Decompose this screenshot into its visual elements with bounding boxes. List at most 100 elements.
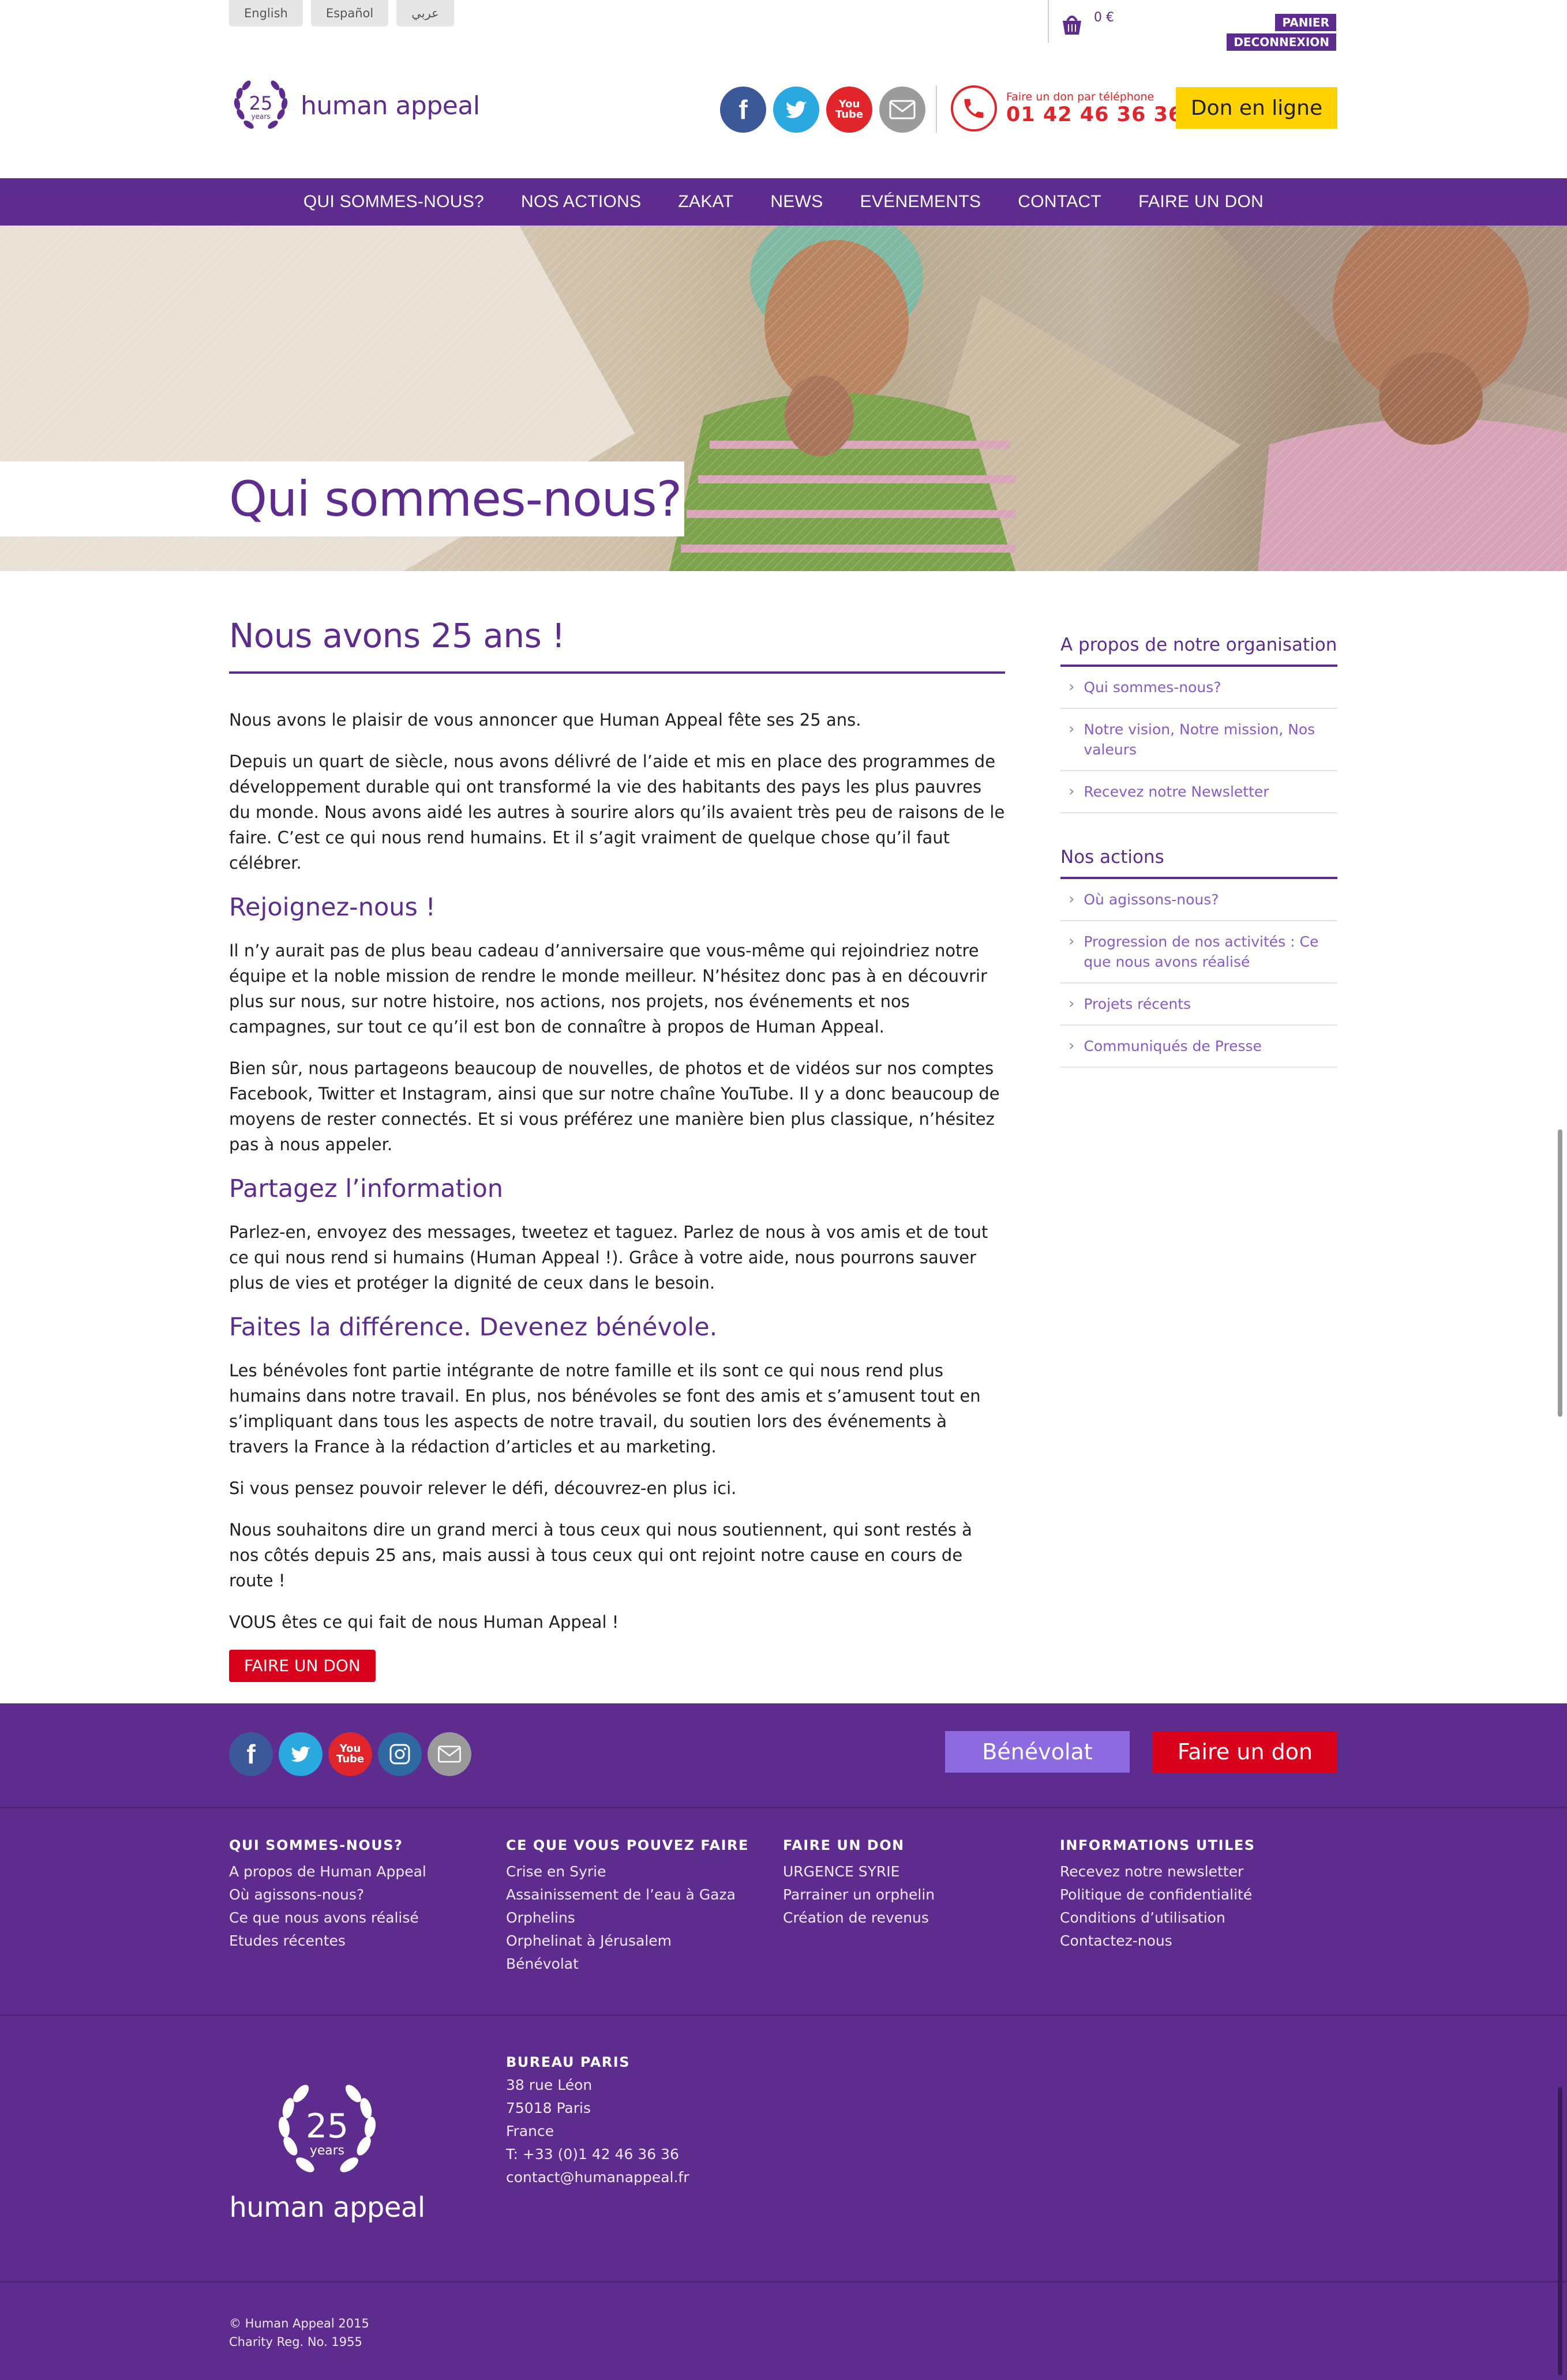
footer-link[interactable]: Parrainer un orphelin	[783, 1883, 1060, 1906]
basket-icon	[1063, 16, 1081, 35]
sidebar: A propos de notre organisation › Qui som…	[1060, 635, 1337, 1101]
footer-link[interactable]: URGENCE SYRIE	[783, 1860, 1060, 1883]
twitter-icon[interactable]	[773, 87, 819, 133]
scrollbar-thumb[interactable]	[1558, 2087, 1562, 2375]
section-heading: Rejoignez-nous !	[229, 893, 436, 922]
footer-link[interactable]: Recevez notre newsletter	[1060, 1860, 1337, 1883]
facebook-icon[interactable]: f	[720, 87, 766, 133]
footer-link[interactable]: Etudes récentes	[229, 1929, 506, 1953]
footer-link[interactable]: Orphelinat à Jérusalem	[506, 1929, 783, 1953]
nav-faire-un-don[interactable]: FAIRE UN DON	[1120, 192, 1282, 212]
footer-link[interactable]: Contactez-nous	[1060, 1929, 1337, 1953]
paragraph: Nous avons le plaisir de vous annoncer q…	[229, 710, 861, 730]
sidebar-item-projets-recents[interactable]: › Projets récents	[1060, 983, 1337, 1026]
footer-divider	[0, 2281, 1567, 2283]
youtube-icon[interactable]: You Tube	[328, 1732, 372, 1776]
account-links: PANIER DECONNEXION	[1227, 14, 1336, 51]
paragraph: Si vous pensez pouvoir relever le défi, …	[229, 1478, 737, 1498]
nav-qui-sommes-nous[interactable]: QUI SOMMES-NOUS?	[285, 192, 503, 212]
bureau-paris: BUREAU PARIS 38 rue Léon 75018 Paris Fra…	[506, 2054, 689, 2189]
footer-link[interactable]: Assainissement de l’eau à Gaza	[506, 1883, 783, 1906]
footer-link[interactable]: Conditions d’utilisation	[1060, 1906, 1337, 1929]
hero-banner: Qui sommes-nous?	[0, 226, 1567, 571]
laurel-badge-icon: 25 years	[278, 2085, 376, 2172]
nav-evenements[interactable]: EVÉNEMENTS	[842, 192, 1000, 212]
donate-online-button[interactable]: Don en ligne	[1176, 87, 1337, 129]
article-title: Nous avons 25 ans !	[229, 616, 1005, 674]
scrollbar-thumb[interactable]	[1558, 1129, 1562, 1417]
twitter-icon[interactable]	[279, 1732, 323, 1776]
nav-zakat[interactable]: ZAKAT	[659, 192, 752, 212]
phone-number: 01 42 46 36 36	[1006, 103, 1183, 126]
footer-link[interactable]: Ce que nous avons réalisé	[229, 1906, 506, 1929]
section-heading: Partagez l’information	[229, 1174, 504, 1203]
benevolat-button[interactable]: Bénévolat	[945, 1731, 1130, 1773]
footer-donate-button[interactable]: Faire un don	[1153, 1731, 1337, 1773]
footer-col-ce-que-vous-pouvez-faire: CE QUE VOUS POUVEZ FAIRE Crise en Syrie …	[506, 1837, 783, 1976]
footer-social-links: f You Tube	[229, 1732, 471, 1776]
sidebar-item-communiques[interactable]: › Communiqués de Presse	[1060, 1026, 1337, 1068]
badge-number: 25	[306, 2107, 348, 2146]
laurel-badge-icon: 25 years	[234, 80, 288, 129]
email-link[interactable]: contact@humanappeal.fr	[506, 2166, 689, 2189]
footer-link[interactable]: A propos de Human Appeal	[229, 1860, 506, 1883]
panier-link[interactable]: PANIER	[1275, 14, 1336, 31]
email-icon[interactable]	[428, 1732, 471, 1776]
sidebar-item-ou-agissons-nous[interactable]: › Où agissons-nous?	[1060, 879, 1337, 921]
instagram-icon[interactable]	[378, 1732, 422, 1776]
sidebar-title[interactable]: A propos de notre organisation	[1060, 635, 1337, 667]
footer-link[interactable]: Politique de confidentialité	[1060, 1883, 1337, 1906]
language-arabic[interactable]: عربي	[396, 0, 454, 27]
footer-link[interactable]: Crise en Syrie	[506, 1860, 783, 1883]
sidebar-item-label: Où agissons-nous?	[1084, 891, 1219, 908]
faire-un-don-button[interactable]: FAIRE UN DON	[229, 1650, 376, 1682]
footer-col-title: CE QUE VOUS POUVEZ FAIRE	[506, 1837, 749, 1853]
site-logo[interactable]: 25 years human appeal	[229, 74, 480, 137]
footer-link[interactable]: Orphelins	[506, 1906, 783, 1929]
language-english[interactable]: English	[229, 0, 303, 27]
phone-donation[interactable]: Faire un don par téléphone 01 42 46 36 3…	[951, 85, 1183, 132]
nav-contact[interactable]: CONTACT	[999, 192, 1120, 212]
charity-reg: Charity Reg. No. 1955	[229, 2335, 362, 2349]
sidebar-item-label: Recevez notre Newsletter	[1084, 783, 1269, 800]
language-switcher: English Español عربي	[229, 0, 454, 27]
sidebar-item-label: Notre vision, Notre mission, Nos valeurs	[1084, 721, 1315, 758]
sidebar-item-progression[interactable]: › Progression de nos activités : Ce que …	[1060, 921, 1337, 983]
badge-sub: years	[310, 2143, 344, 2158]
phone-line[interactable]: T: +33 (0)1 42 46 36 36	[506, 2143, 689, 2166]
sidebar-section-actions: Nos actions › Où agissons-nous? › Progre…	[1060, 847, 1337, 1068]
copyright-text: © Human Appeal 2015	[229, 2317, 369, 2330]
paragraph: Les bénévoles font partie intégrante de …	[229, 1361, 981, 1456]
cart[interactable]: 0 €	[1048, 0, 1114, 43]
youtube-icon[interactable]: You Tube	[826, 87, 872, 133]
sidebar-title[interactable]: Nos actions	[1060, 847, 1337, 879]
sidebar-item-label: Projets récents	[1084, 996, 1191, 1012]
paragraph: Bien sûr, nous partageons beaucoup de no…	[229, 1058, 1000, 1154]
footer-link[interactable]: Bénévolat	[506, 1953, 783, 1976]
sidebar-item-vision[interactable]: › Notre vision, Notre mission, Nos valeu…	[1060, 709, 1337, 771]
main-nav: QUI SOMMES-NOUS? NOS ACTIONS ZAKAT NEWS …	[0, 178, 1567, 226]
footer-link[interactable]: Création de revenus	[783, 1906, 1060, 1929]
main-content: Nous avons 25 ans ! Nous avons le plaisi…	[229, 616, 1005, 1682]
paragraph: VOUS êtes ce qui fait de nous Human Appe…	[229, 1612, 619, 1632]
footer-col-title: INFORMATIONS UTILES	[1060, 1837, 1255, 1853]
bureau-title: BUREAU PARIS	[506, 2054, 630, 2070]
logout-link[interactable]: DECONNEXION	[1227, 33, 1336, 51]
nav-news[interactable]: NEWS	[752, 192, 841, 212]
facebook-icon[interactable]: f	[229, 1732, 273, 1776]
footer-link[interactable]: Où agissons-nous?	[229, 1883, 506, 1906]
footer-col-informations-utiles: INFORMATIONS UTILES Recevez notre newsle…	[1060, 1837, 1337, 1976]
language-espanol[interactable]: Español	[310, 0, 389, 27]
nav-nos-actions[interactable]: NOS ACTIONS	[503, 192, 659, 212]
chevron-right-icon: ›	[1069, 891, 1075, 908]
footer-logo[interactable]: 25 years human appeal	[229, 2073, 425, 2224]
chevron-right-icon: ›	[1069, 678, 1075, 696]
header-divider	[936, 85, 937, 133]
sidebar-item-newsletter[interactable]: › Recevez notre Newsletter	[1060, 771, 1337, 813]
sidebar-section-about: A propos de notre organisation › Qui som…	[1060, 635, 1337, 813]
email-icon[interactable]	[879, 87, 925, 133]
sidebar-item-qui-sommes-nous[interactable]: › Qui sommes-nous?	[1060, 667, 1337, 709]
badge-sub: years	[251, 112, 270, 121]
footer-col-faire-un-don: FAIRE UN DON URGENCE SYRIE Parrainer un …	[783, 1837, 1060, 1976]
chevron-right-icon: ›	[1069, 933, 1075, 950]
